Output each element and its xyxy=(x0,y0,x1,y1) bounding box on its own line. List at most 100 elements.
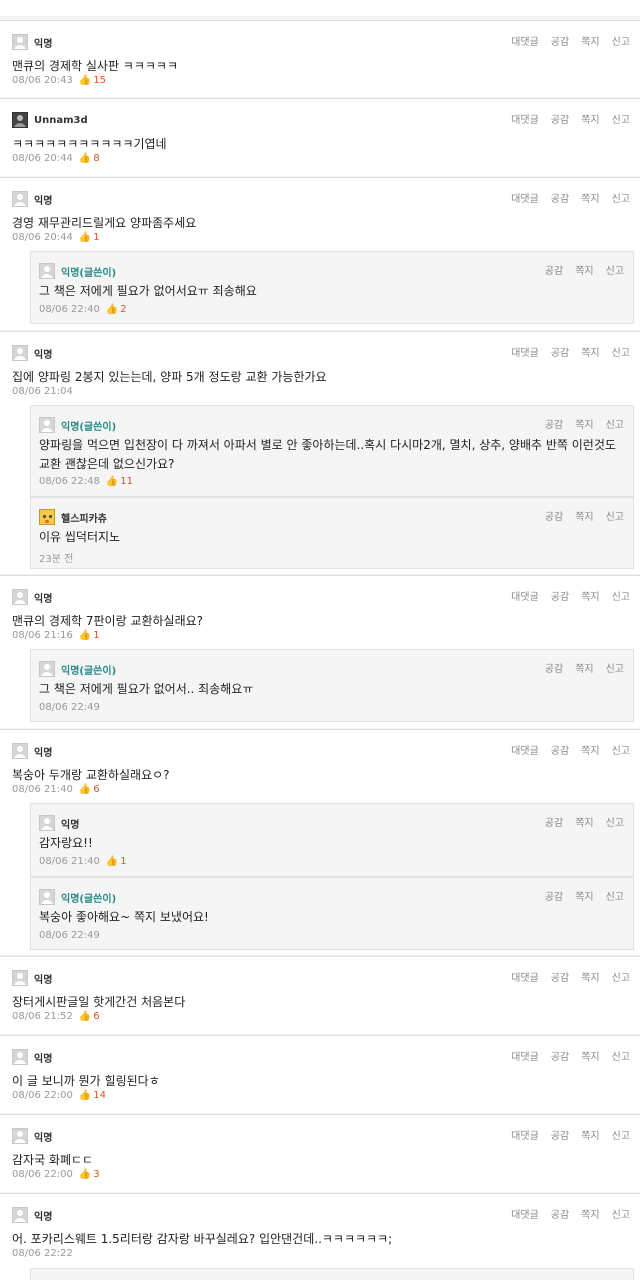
report-button[interactable]: 신고 xyxy=(612,1206,630,1221)
like-button[interactable]: 공감 xyxy=(545,508,563,523)
comment-text: 집에 양파링 2봉지 있는는데, 양파 5개 정도랑 교환 가능한가요 xyxy=(12,370,327,384)
avatar-icon xyxy=(12,112,28,128)
report-button[interactable]: 신고 xyxy=(606,660,624,675)
like-button[interactable]: 공감 xyxy=(551,33,569,48)
message-button[interactable]: 쪽지 xyxy=(581,111,599,126)
report-button[interactable]: 신고 xyxy=(606,508,624,523)
reply-author: 익명(글쓴이) xyxy=(61,421,117,433)
like-count[interactable]: 👍 1 xyxy=(79,630,100,641)
comment: 익명 대댓글 공감 쪽지 신고 장터게시판글일 핫게간건 처음본다 08/06 … xyxy=(0,956,640,1034)
comment-time: 08/06 20:44 xyxy=(12,153,73,164)
message-button[interactable]: 쪽지 xyxy=(575,660,593,675)
like-count[interactable]: 👍 6 xyxy=(79,1011,100,1022)
avatar-icon xyxy=(39,889,55,905)
like-count[interactable]: 👍 2 xyxy=(106,304,127,315)
reply-button[interactable]: 대댓글 xyxy=(511,111,539,126)
reply-partial xyxy=(30,1268,634,1280)
like-count[interactable]: 👍 14 xyxy=(79,1090,106,1101)
message-button[interactable]: 쪽지 xyxy=(575,814,593,829)
reply-author: 익명 xyxy=(61,819,80,831)
avatar-icon xyxy=(12,970,28,986)
like-button[interactable]: 공감 xyxy=(551,344,569,359)
avatar-icon xyxy=(39,263,55,279)
report-button[interactable]: 신고 xyxy=(606,416,624,431)
report-button[interactable]: 신고 xyxy=(612,969,630,984)
report-button[interactable]: 신고 xyxy=(612,1127,630,1142)
reply-button[interactable]: 대댓글 xyxy=(511,344,539,359)
like-button[interactable]: 공감 xyxy=(545,262,563,277)
thumbs-up-icon: 👍 xyxy=(78,232,92,243)
report-button[interactable]: 신고 xyxy=(612,742,630,757)
report-button[interactable]: 신고 xyxy=(606,814,624,829)
like-count[interactable]: 👍 3 xyxy=(79,1169,100,1180)
avatar-icon xyxy=(12,589,28,605)
like-button[interactable]: 공감 xyxy=(551,190,569,205)
message-button[interactable]: 쪽지 xyxy=(575,416,593,431)
like-count[interactable]: 👍 1 xyxy=(106,856,127,867)
message-button[interactable]: 쪽지 xyxy=(581,1127,599,1142)
comment-time: 08/06 20:44 xyxy=(12,232,73,243)
reply-time: 08/06 22:48 xyxy=(39,476,100,487)
report-button[interactable]: 신고 xyxy=(612,33,630,48)
report-button[interactable]: 신고 xyxy=(612,344,630,359)
like-count[interactable]: 👍 11 xyxy=(106,476,133,487)
reply: 익명(글쓴이) 공감 쪽지 신고 양파링을 먹으면 입천장이 다 까져서 아파서… xyxy=(30,405,634,497)
message-button[interactable]: 쪽지 xyxy=(575,888,593,903)
reply: 익명 공감 쪽지 신고 감자랑요!! 08/06 21:40 👍 1 xyxy=(30,803,634,877)
comment-author: 익명 xyxy=(34,38,53,50)
avatar-icon xyxy=(12,345,28,361)
comment-text: 감자국 화폐ㄷㄷ xyxy=(12,1153,94,1167)
reply-author: 헬스피카츄 xyxy=(61,513,107,525)
like-button[interactable]: 공감 xyxy=(551,1206,569,1221)
avatar-icon xyxy=(12,743,28,759)
like-count[interactable]: 👍 6 xyxy=(79,784,100,795)
like-button[interactable]: 공감 xyxy=(551,111,569,126)
comment-author: Unnam3d xyxy=(34,114,88,126)
like-button[interactable]: 공감 xyxy=(545,888,563,903)
reply-button[interactable]: 대댓글 xyxy=(511,969,539,984)
reply-time: 08/06 22:49 xyxy=(39,930,100,941)
report-button[interactable]: 신고 xyxy=(606,888,624,903)
comment-time: 08/06 21:52 xyxy=(12,1011,73,1022)
report-button[interactable]: 신고 xyxy=(606,262,624,277)
like-button[interactable]: 공감 xyxy=(551,1048,569,1063)
like-button[interactable]: 공감 xyxy=(551,1127,569,1142)
message-button[interactable]: 쪽지 xyxy=(581,588,599,603)
reply-button[interactable]: 대댓글 xyxy=(511,190,539,205)
report-button[interactable]: 신고 xyxy=(612,111,630,126)
reply-button[interactable]: 대댓글 xyxy=(511,1048,539,1063)
like-count[interactable]: 👍 1 xyxy=(79,232,100,243)
like-button[interactable]: 공감 xyxy=(551,742,569,757)
like-button[interactable]: 공감 xyxy=(545,416,563,431)
report-button[interactable]: 신고 xyxy=(612,588,630,603)
report-button[interactable]: 신고 xyxy=(612,190,630,205)
reply-time: 08/06 22:40 xyxy=(39,304,100,315)
reply-button[interactable]: 대댓글 xyxy=(511,1127,539,1142)
message-button[interactable]: 쪽지 xyxy=(581,344,599,359)
reply-button[interactable]: 대댓글 xyxy=(511,588,539,603)
like-button[interactable]: 공감 xyxy=(545,660,563,675)
message-button[interactable]: 쪽지 xyxy=(575,262,593,277)
like-button[interactable]: 공감 xyxy=(551,588,569,603)
report-button[interactable]: 신고 xyxy=(612,1048,630,1063)
comment-author: 익명 xyxy=(34,1132,53,1144)
message-button[interactable]: 쪽지 xyxy=(581,190,599,205)
like-count[interactable]: 👍 8 xyxy=(79,153,100,164)
comment: 익명 대댓글 공감 쪽지 신고 감자국 화폐ㄷㄷ 08/06 22:00 👍 3 xyxy=(0,1114,640,1192)
comment-author: 익명 xyxy=(34,974,53,986)
message-button[interactable]: 쪽지 xyxy=(581,1206,599,1221)
message-button[interactable]: 쪽지 xyxy=(575,508,593,523)
reply-button[interactable]: 대댓글 xyxy=(511,33,539,48)
reply-button[interactable]: 대댓글 xyxy=(511,742,539,757)
message-button[interactable]: 쪽지 xyxy=(581,969,599,984)
comment: 익명 대댓글 공감 쪽지 신고 경영 재무관리드릴게요 양파좀주세요 08/06… xyxy=(0,177,640,330)
like-button[interactable]: 공감 xyxy=(551,969,569,984)
message-button[interactable]: 쪽지 xyxy=(581,1048,599,1063)
reply-button[interactable]: 대댓글 xyxy=(511,1206,539,1221)
message-button[interactable]: 쪽지 xyxy=(581,742,599,757)
message-button[interactable]: 쪽지 xyxy=(581,33,599,48)
like-button[interactable]: 공감 xyxy=(545,814,563,829)
comment-text: 장터게시판글일 핫게간건 처음본다 xyxy=(12,995,186,1009)
reply: 익명(글쓴이) 공감 쪽지 신고 그 책은 저에게 필요가 없어서요ㅠ 죄송해요… xyxy=(30,251,634,324)
like-count[interactable]: 👍 15 xyxy=(79,75,106,86)
